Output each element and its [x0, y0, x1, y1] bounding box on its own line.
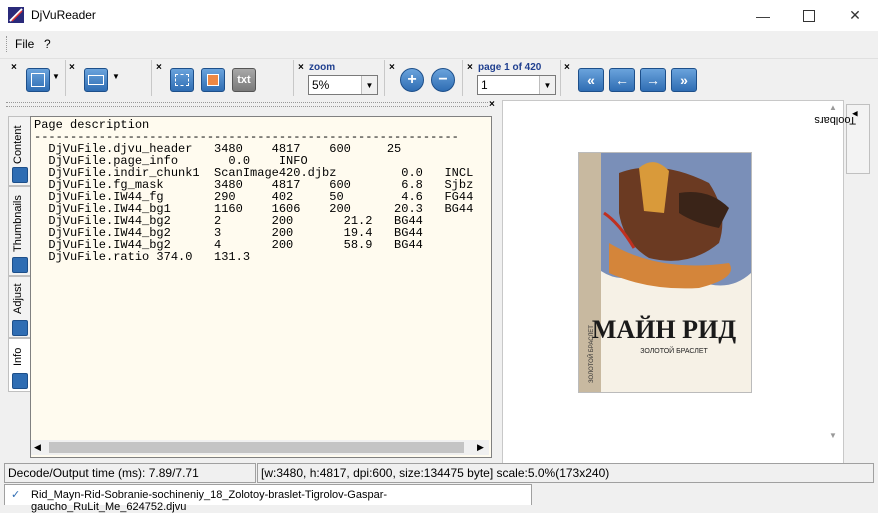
zoom-in-icon: + — [407, 71, 417, 88]
tab-adjust-label: Adjust — [12, 283, 24, 314]
decode-time-status: Decode/Output time (ms): 7.89/7.71 — [4, 463, 256, 483]
close-button[interactable]: ✕ — [832, 0, 878, 31]
toolbar-close-icon[interactable]: × — [298, 62, 304, 73]
tab-thumbnails-label: Thumbnails — [12, 195, 24, 252]
layout-button[interactable] — [26, 68, 50, 92]
select-region-icon — [175, 74, 189, 86]
scrollbar-thumb[interactable] — [49, 442, 464, 453]
side-tabs: Content Thumbnails Adjust Info — [8, 116, 32, 461]
first-page-button[interactable]: « — [578, 68, 604, 92]
zoom-label: zoom — [309, 62, 336, 73]
select-text-button[interactable]: txt — [232, 68, 256, 92]
scroll-left-icon[interactable]: ◀ — [34, 442, 41, 453]
arrow-left-icon: ← — [615, 72, 629, 88]
view-mode-button[interactable] — [84, 68, 108, 92]
book-author: МАЙН РИД — [592, 315, 736, 344]
select-image-button[interactable] — [201, 68, 225, 92]
content-icon — [12, 167, 28, 183]
vertical-scrollbar[interactable]: ▲ ▼ — [826, 101, 841, 461]
tab-thumbnails[interactable]: Thumbnails — [8, 186, 32, 276]
book-spine-title: ЗОЛОТОЙ БРАСЛЕТ — [587, 325, 595, 383]
close-icon: ✕ — [849, 7, 861, 23]
description-line: DjVuFile.ratio 374.0 131.3 — [34, 250, 251, 264]
window-title: DjVuReader — [31, 8, 96, 22]
scroll-up-icon[interactable]: ▲ — [829, 103, 837, 112]
document-tab-label: Rid_Mayn-Rid-Sobranie-sochineniy_18_Zolo… — [31, 489, 388, 513]
toolbar-close-icon[interactable]: × — [564, 62, 570, 73]
first-page-icon: « — [587, 72, 595, 88]
document-tab[interactable]: ✓ Rid_Mayn-Rid-Sobranie-sochineniy_18_Zo… — [4, 484, 532, 513]
thumbnails-icon — [12, 257, 28, 273]
txt-icon: txt — [237, 74, 251, 86]
tab-content[interactable]: Content — [8, 116, 32, 186]
maximize-icon — [803, 9, 815, 22]
tab-info[interactable]: Info — [8, 338, 32, 392]
dock-close-icon[interactable]: × — [489, 99, 495, 110]
zoom-in-button[interactable]: + — [400, 68, 424, 92]
toolbar-close-icon[interactable]: × — [11, 62, 17, 73]
page-label: page 1 of 420 — [478, 62, 542, 73]
tab-adjust[interactable]: Adjust — [8, 276, 32, 338]
zoom-value: 5% — [312, 78, 330, 92]
zoom-out-icon: − — [438, 71, 448, 88]
view-mode-dropdown-icon[interactable]: ▼ — [112, 72, 120, 81]
toolbars-tab[interactable]: Toolbars ▾ — [814, 104, 870, 174]
layout-icon — [31, 73, 45, 87]
previous-page-button[interactable]: ← — [609, 68, 635, 92]
page-description-text: Page description -----------------------… — [34, 119, 473, 263]
tab-info-label: Info — [12, 347, 24, 366]
minimize-icon: — — [756, 7, 770, 24]
toolbar-close-icon[interactable]: × — [156, 62, 162, 73]
menu-file[interactable]: File — [15, 37, 34, 51]
chevron-down-icon[interactable]: ▼ — [539, 76, 555, 94]
info-icon — [12, 373, 28, 389]
checkmark-icon: ✓ — [11, 489, 21, 501]
chevron-down-icon[interactable]: ▼ — [361, 76, 377, 94]
page-image: МАЙН РИД ЗОЛОТОЙ БРАСЛЕТ ЗОЛОТОЙ БРАСЛЕТ — [578, 152, 752, 393]
scroll-down-icon[interactable]: ▼ — [829, 431, 837, 440]
horizontal-scrollbar[interactable]: ◀ ▶ — [31, 440, 489, 455]
minimize-button[interactable]: — — [740, 0, 786, 31]
select-region-button[interactable] — [170, 68, 194, 92]
last-page-button[interactable]: » — [671, 68, 697, 92]
toolbar-close-icon[interactable]: × — [389, 62, 395, 73]
page-description-panel[interactable]: Page description -----------------------… — [30, 116, 492, 458]
image-icon — [207, 74, 219, 86]
scroll-right-icon[interactable]: ▶ — [477, 442, 484, 453]
tab-content-label: Content — [12, 125, 24, 164]
zoom-out-button[interactable]: − — [431, 68, 455, 92]
maximize-button[interactable] — [786, 0, 832, 31]
page-info-status: [w:3480, h:4817, dpi:600, size:134475 by… — [257, 463, 874, 483]
menu-help[interactable]: ? — [44, 37, 51, 51]
page-select[interactable]: 1 ▼ — [477, 75, 556, 95]
view-mode-icon — [88, 75, 104, 85]
toolbars-tab-label: Toolbars ▾ — [814, 111, 861, 126]
last-page-icon: » — [680, 72, 688, 88]
layout-dropdown-icon[interactable]: ▼ — [52, 72, 60, 81]
toolbar-close-icon[interactable]: × — [467, 62, 473, 73]
page-value: 1 — [481, 78, 488, 92]
book-cover-illustration: МАЙН РИД ЗОЛОТОЙ БРАСЛЕТ ЗОЛОТОЙ БРАСЛЕТ — [579, 153, 751, 392]
toolbar-close-icon[interactable]: × — [69, 62, 75, 73]
book-title: ЗОЛОТОЙ БРАСЛЕТ — [640, 346, 708, 355]
arrow-right-icon: → — [646, 72, 660, 88]
app-icon — [8, 7, 24, 23]
dock-grip[interactable] — [6, 102, 488, 107]
menu-bar — [0, 33, 878, 55]
adjust-icon — [12, 320, 28, 336]
next-page-button[interactable]: → — [640, 68, 666, 92]
zoom-select[interactable]: 5% ▼ — [308, 75, 378, 95]
